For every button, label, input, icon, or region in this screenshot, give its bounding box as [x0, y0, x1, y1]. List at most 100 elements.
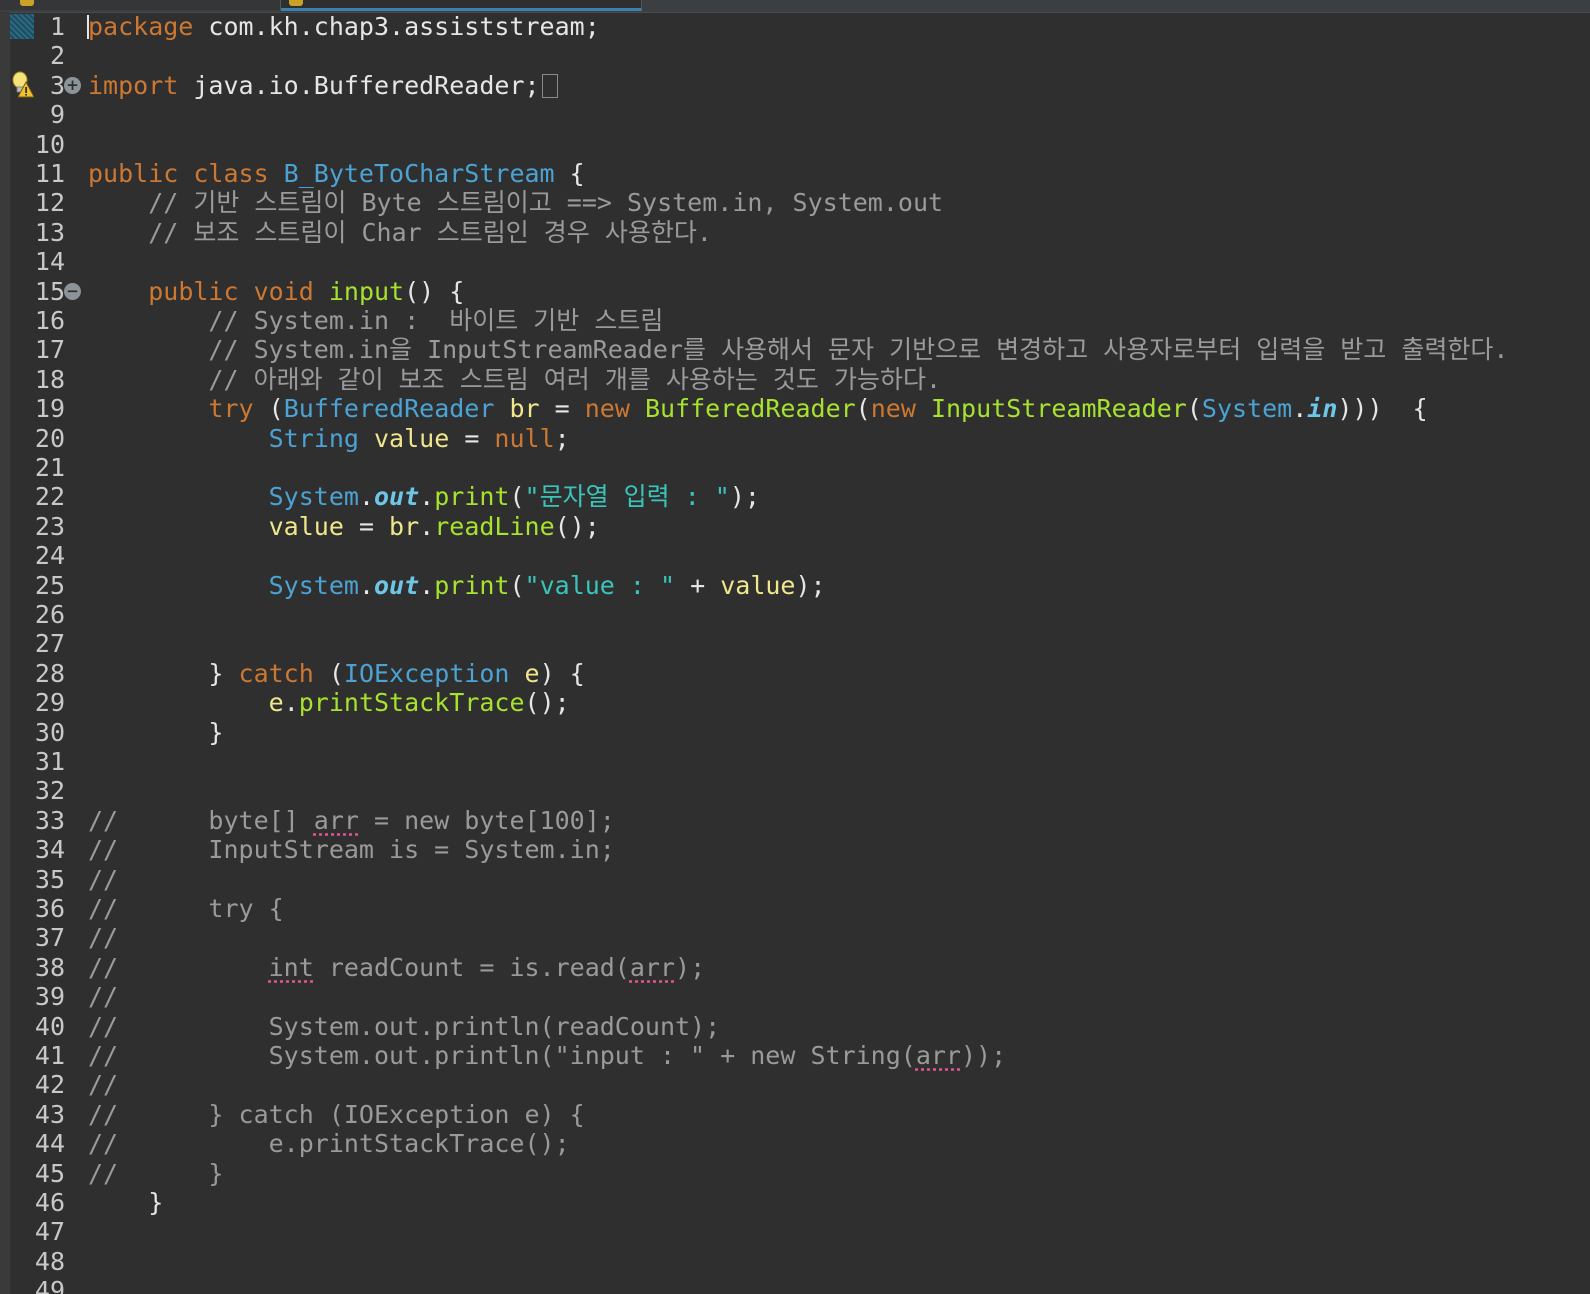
code-text[interactable]: try (BufferedReader br = new BufferedRea… [88, 394, 1427, 424]
code-line[interactable]: 42 // [0, 1070, 1590, 1100]
code-text[interactable]: public class B_ByteToCharStream { [88, 159, 585, 189]
code-line[interactable]: 44 // e.printStackTrace(); [0, 1129, 1590, 1159]
code-token: // 기반 스트림이 Byte 스트림이고 ==> System.in, Sys… [88, 188, 944, 217]
code-text[interactable]: // System.in을 InputStreamReader를 사용해서 문자… [88, 335, 1508, 365]
code-text[interactable]: // [88, 982, 118, 1012]
code-line[interactable]: 43 // } catch (IOException e) { [0, 1100, 1590, 1130]
code-line[interactable]: 47 [0, 1217, 1590, 1247]
code-line[interactable]: 3 + import java.io.BufferedReader; [0, 71, 1590, 101]
code-line[interactable]: 31 [0, 747, 1590, 777]
code-text[interactable]: // System.out.println(readCount); [88, 1012, 720, 1042]
code-token: value [268, 512, 344, 541]
code-line[interactable]: 19 try (BufferedReader br = new Buffered… [0, 394, 1590, 424]
code-text[interactable]: System.out.print("문자열 입력 : "); [88, 482, 760, 512]
code-token: . [358, 571, 374, 600]
code-text[interactable]: import java.io.BufferedReader; [88, 71, 558, 101]
line-number: 9 [49, 100, 65, 129]
code-text[interactable]: value = br.readLine(); [88, 512, 600, 542]
code-text[interactable]: // int readCount = is.read(arr); [88, 953, 705, 983]
code-line[interactable]: 12 // 기반 스트림이 Byte 스트림이고 ==> System.in, … [0, 188, 1590, 218]
line-number: 36 [34, 894, 65, 923]
code-text[interactable]: // e.printStackTrace(); [88, 1129, 570, 1159]
code-line[interactable]: 28 } catch (IOException e) { [0, 659, 1590, 689]
code-token: readLine [434, 512, 555, 541]
code-text[interactable]: } [88, 718, 223, 748]
code-text[interactable]: // } [88, 1159, 223, 1189]
code-line[interactable]: 11 public class B_ByteToCharStream { [0, 159, 1590, 189]
code-line[interactable]: 46 } [0, 1188, 1590, 1218]
code-token: (); [524, 688, 570, 717]
code-token: out [374, 571, 420, 600]
code-line[interactable]: 30 } [0, 718, 1590, 748]
code-line[interactable]: 49 [0, 1276, 1590, 1294]
code-line[interactable]: 33 // byte[] arr = new byte[100]; [0, 806, 1590, 836]
code-line[interactable]: 25 System.out.print("value : " + value); [0, 571, 1590, 601]
code-token: . [419, 512, 435, 541]
code-token: InputStreamReader [930, 394, 1187, 423]
code-text[interactable]: // System.in : 바이트 기반 스트림 [88, 306, 663, 336]
code-line[interactable]: 27 [0, 629, 1590, 659]
code-line[interactable]: 20 String value = null; [0, 424, 1590, 454]
code-text[interactable]: // 기반 스트림이 Byte 스트림이고 ==> System.in, Sys… [88, 188, 943, 218]
folded-block-icon[interactable] [541, 74, 558, 98]
code-token: () { [404, 277, 465, 306]
code-line[interactable]: 35 // [0, 865, 1590, 895]
code-text[interactable]: // 보조 스트림이 Char 스트림인 경우 사용한다. [88, 218, 712, 248]
code-text[interactable]: // byte[] arr = new byte[100]; [88, 806, 615, 836]
code-token: . [419, 571, 435, 600]
code-text[interactable]: String value = null; [88, 424, 570, 454]
code-editor[interactable]: 1 package com.kh.chap3.assiststream; 2 3 + im… [0, 0, 1590, 1294]
code-line[interactable]: 38 // int readCount = is.read(arr); [0, 953, 1590, 983]
code-line[interactable]: 14 [0, 247, 1590, 277]
code-line[interactable]: 10 [0, 130, 1590, 160]
code-line[interactable]: 21 [0, 453, 1590, 483]
code-line[interactable]: 13 // 보조 스트림이 Char 스트림인 경우 사용한다. [0, 218, 1590, 248]
fold-collapse-icon[interactable]: − [64, 283, 81, 300]
code-line[interactable]: 32 [0, 776, 1590, 806]
code-line[interactable]: 48 [0, 1247, 1590, 1277]
code-text[interactable]: public void input() { [88, 277, 464, 307]
code-text[interactable]: // [88, 865, 118, 895]
code-line[interactable]: 29 e.printStackTrace(); [0, 688, 1590, 718]
code-token: } [88, 718, 224, 747]
code-line[interactable]: 40 // System.out.println(readCount); [0, 1012, 1590, 1042]
code-line[interactable]: 24 [0, 541, 1590, 571]
editor-tab-active[interactable] [281, 0, 642, 11]
code-line[interactable]: 9 [0, 100, 1590, 130]
java-file-icon [289, 0, 303, 6]
code-text[interactable]: } [88, 1188, 163, 1218]
code-text[interactable]: // [88, 923, 118, 953]
code-line[interactable]: 45 // } [0, 1159, 1590, 1189]
code-line[interactable]: 39 // [0, 982, 1590, 1012]
code-line[interactable]: 23 value = br.readLine(); [0, 512, 1590, 542]
code-token: . [419, 482, 435, 511]
editor-tab[interactable] [0, 0, 281, 10]
code-text[interactable]: // [88, 1070, 118, 1100]
code-text[interactable]: // 아래와 같이 보조 스트림 여러 개를 사용하는 것도 가능하다. [88, 365, 941, 395]
line-number: 41 [34, 1041, 65, 1070]
line-number: 25 [34, 571, 65, 600]
code-line[interactable]: 37 // [0, 923, 1590, 953]
code-token: IOException [343, 659, 510, 688]
code-line[interactable]: 1 package com.kh.chap3.assiststream; [0, 12, 1590, 42]
code-line[interactable]: 26 [0, 600, 1590, 630]
code-text[interactable]: // InputStream is = System.in; [88, 835, 615, 865]
code-text[interactable]: // try { [88, 894, 284, 924]
line-number: 10 [34, 130, 65, 159]
code-text[interactable]: package com.kh.chap3.assiststream; [88, 12, 600, 42]
code-text[interactable]: e.printStackTrace(); [88, 688, 570, 718]
code-line[interactable]: 15− public void input() { [0, 277, 1590, 307]
code-line[interactable]: 36 // try { [0, 894, 1590, 924]
code-text[interactable]: // System.out.println("input : " + new S… [88, 1041, 1006, 1071]
code-text[interactable]: System.out.print("value : " + value); [88, 571, 826, 601]
code-line[interactable]: 17 // System.in을 InputStreamReader를 사용해서… [0, 335, 1590, 365]
code-text[interactable]: } catch (IOException e) { [88, 659, 584, 689]
fold-expand-icon[interactable]: + [64, 77, 81, 94]
code-text[interactable]: // } catch (IOException e) { [88, 1100, 585, 1130]
code-line[interactable]: 18 // 아래와 같이 보조 스트림 여러 개를 사용하는 것도 가능하다. [0, 365, 1590, 395]
code-line[interactable]: 16 // System.in : 바이트 기반 스트림 [0, 306, 1590, 336]
code-line[interactable]: 34 // InputStream is = System.in; [0, 835, 1590, 865]
code-line[interactable]: 2 [0, 41, 1590, 71]
code-line[interactable]: 41 // System.out.println("input : " + new… [0, 1041, 1590, 1071]
code-line[interactable]: 22 System.out.print("문자열 입력 : "); [0, 482, 1590, 512]
